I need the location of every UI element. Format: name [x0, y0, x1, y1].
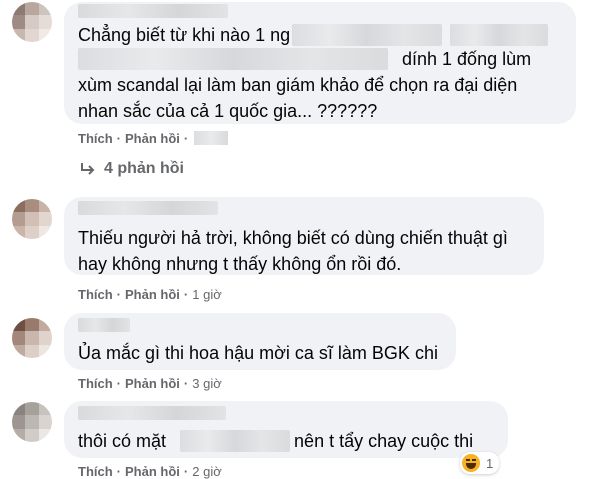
- reply-arrow-icon: [81, 163, 95, 175]
- reaction-summary[interactable]: 1: [460, 452, 500, 474]
- redacted-text: [78, 48, 388, 70]
- comment-text-line: Chẳng biết từ khi nào 1 ng: [78, 22, 549, 48]
- reply-button[interactable]: Phản hồi: [125, 376, 180, 391]
- comment-text-line: Ủa mắc gì thi hoa hậu mời ca sĩ làm BGK …: [78, 343, 438, 363]
- reply-button[interactable]: Phản hồi: [125, 131, 180, 146]
- timestamp[interactable]: 3 giờ: [192, 376, 222, 391]
- reaction-count: 1: [486, 455, 494, 471]
- like-button[interactable]: Thích: [78, 287, 113, 302]
- commenter-name[interactable]: [78, 406, 226, 420]
- like-button[interactable]: Thích: [78, 131, 113, 146]
- reply-button[interactable]: Phản hồi: [125, 287, 180, 302]
- redacted-text: [194, 131, 229, 145]
- comment-text-line: xùm scandal lại làm ban giám khảo để chọ…: [78, 75, 518, 95]
- comment-actions: Thích · Phản hồi · 1 giờ: [78, 287, 222, 302]
- comment-actions: Thích · Phản hồi · 3 giờ: [78, 376, 222, 391]
- replies-count[interactable]: 4 phản hồi: [104, 160, 184, 178]
- avatar[interactable]: [12, 199, 52, 239]
- view-replies-button[interactable]: 4 phản hồi: [80, 160, 184, 178]
- comment-text-line: Thiếu người hả trời, không biết có dùng …: [78, 228, 508, 248]
- redacted-text: [450, 24, 549, 46]
- comment-text-line: hay không nhưng t thấy không ổn rồi đó.: [78, 254, 402, 274]
- laughing-emoji-icon: [462, 454, 480, 472]
- redacted-text: [180, 430, 291, 452]
- comment-text-line: thôi có mặt nên t tẩy chay cuộc thi: [78, 430, 474, 452]
- commenter-name[interactable]: [78, 201, 218, 215]
- commenter-name[interactable]: [78, 318, 130, 332]
- avatar[interactable]: [12, 318, 52, 358]
- comment-text-line: nhan sắc của cả 1 quốc gia... ??????: [78, 101, 378, 121]
- comment-text-line: dính 1 đống lùm: [78, 46, 531, 72]
- redacted-text: [292, 24, 443, 46]
- comment-actions: Thích · Phản hồi ·: [78, 131, 229, 146]
- avatar[interactable]: [12, 2, 52, 42]
- avatar[interactable]: [12, 402, 52, 442]
- timestamp[interactable]: 1 giờ: [192, 287, 222, 302]
- like-button[interactable]: Thích: [78, 376, 113, 391]
- commenter-name[interactable]: [78, 4, 228, 18]
